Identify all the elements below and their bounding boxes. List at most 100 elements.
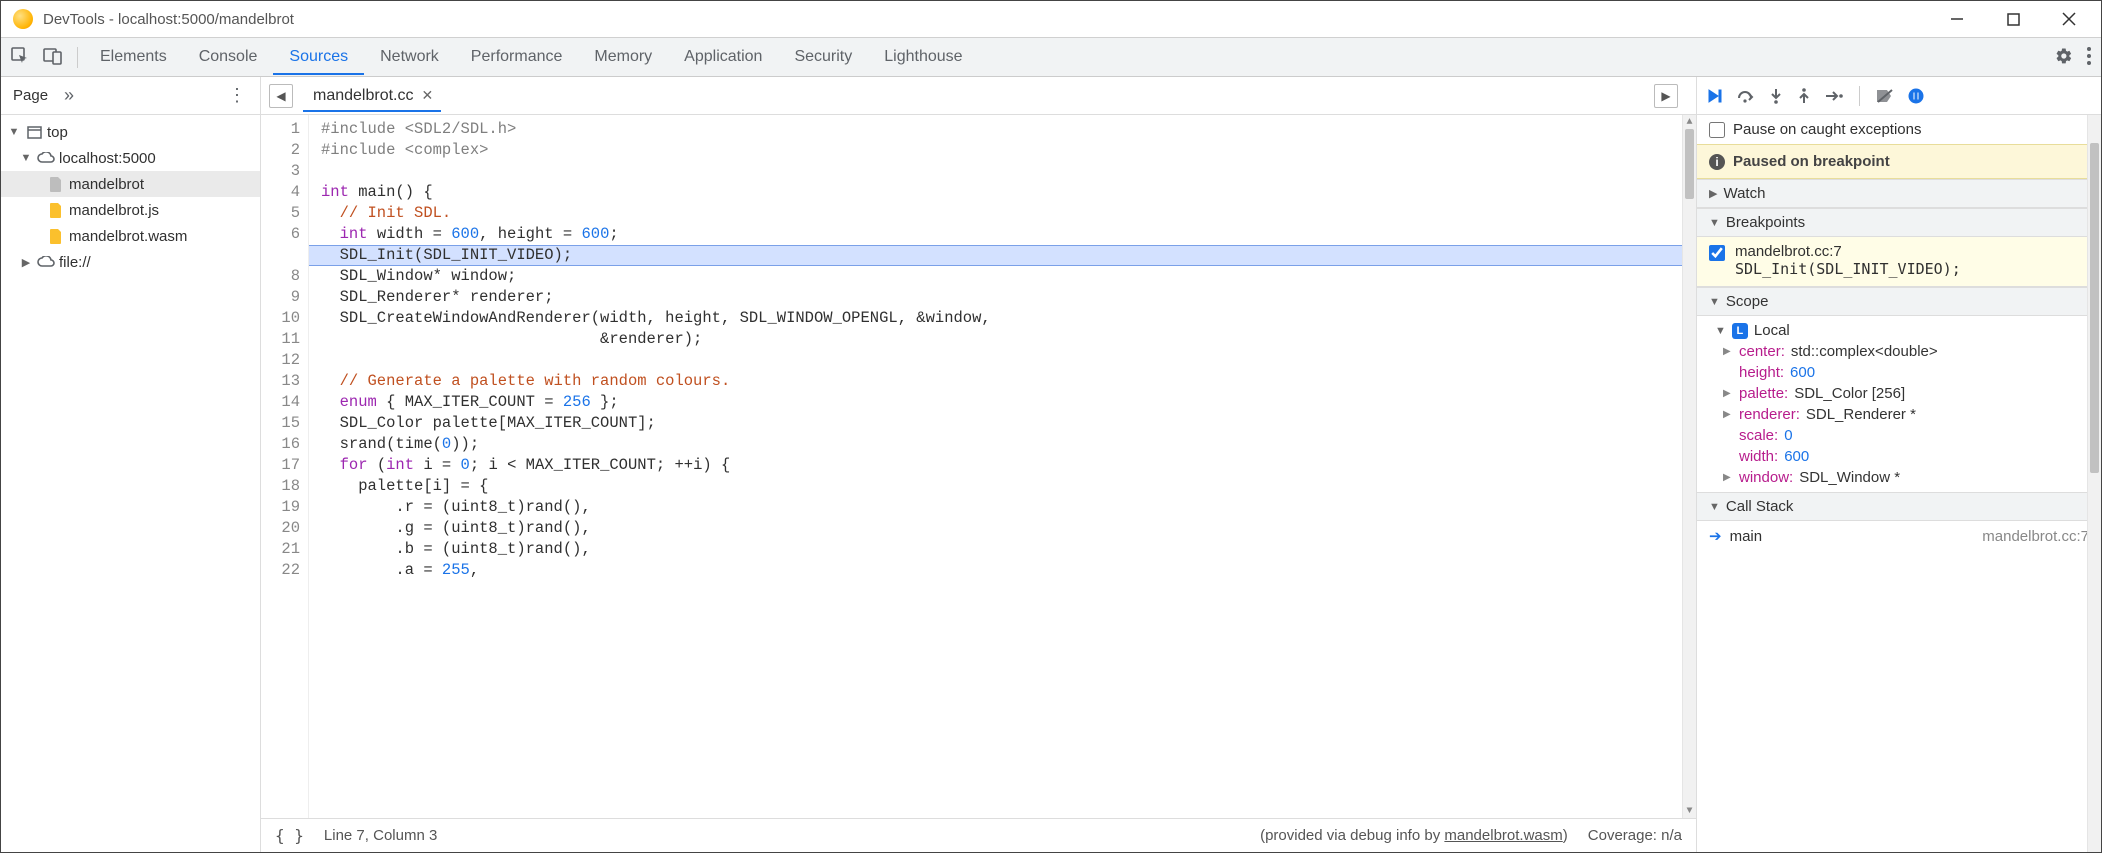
line-num[interactable]: 11 bbox=[261, 329, 300, 350]
step-over-icon[interactable] bbox=[1737, 89, 1755, 103]
line-num[interactable]: 13 bbox=[261, 371, 300, 392]
nav-forward-button[interactable]: ▶ bbox=[1654, 84, 1678, 108]
watch-section-header[interactable]: ▶Watch bbox=[1697, 179, 2101, 208]
kebab-menu-icon[interactable] bbox=[2087, 47, 2091, 68]
maximize-button[interactable] bbox=[1999, 5, 2027, 33]
code-line: SDL_Init(SDL_INIT_VIDEO); bbox=[321, 246, 572, 264]
callstack-frame[interactable]: ➔ main mandelbrot.cc:7 bbox=[1697, 521, 2101, 551]
paused-text: Paused on breakpoint bbox=[1733, 153, 1890, 170]
line-num[interactable]: 20 bbox=[261, 518, 300, 539]
minimize-button[interactable] bbox=[1943, 5, 1971, 33]
scope-var-row[interactable]: ▶window: SDL_Window * bbox=[1707, 467, 2101, 488]
file-tab-mandelbrot[interactable]: mandelbrot.cc ✕ bbox=[303, 81, 441, 111]
line-num[interactable]: 4 bbox=[261, 182, 300, 203]
tree-row-host[interactable]: ▼ localhost:5000 bbox=[1, 145, 260, 171]
line-num[interactable]: 1 bbox=[261, 119, 300, 140]
tree-row-file-mandelbrot[interactable]: mandelbrot bbox=[1, 171, 260, 197]
code-area[interactable]: 7 #include <SDL2/SDL.h> #include <comple… bbox=[309, 115, 1696, 818]
resume-icon[interactable] bbox=[1707, 88, 1723, 104]
tree-row-file-js[interactable]: mandelbrot.js bbox=[1, 197, 260, 223]
scroll-up-icon[interactable]: ▲ bbox=[1683, 115, 1696, 129]
close-button[interactable] bbox=[2055, 5, 2083, 33]
scope-body: ▼LLocal ▶center: std::complex<double>hei… bbox=[1697, 316, 2101, 492]
settings-icon[interactable] bbox=[2055, 47, 2073, 68]
deactivate-breakpoints-icon[interactable] bbox=[1876, 88, 1894, 104]
tab-application[interactable]: Application bbox=[668, 40, 778, 74]
scope-var-row[interactable]: height: 600 bbox=[1707, 362, 2101, 383]
debug-source-link[interactable]: mandelbrot.wasm bbox=[1444, 827, 1562, 844]
page-panel-label[interactable]: Page bbox=[13, 87, 48, 104]
expand-icon[interactable]: ▶ bbox=[1723, 346, 1733, 357]
line-num[interactable]: 18 bbox=[261, 476, 300, 497]
line-num[interactable]: 15 bbox=[261, 413, 300, 434]
page-panel-menu-icon[interactable]: ⋮ bbox=[228, 85, 246, 106]
line-num[interactable]: 6 bbox=[261, 224, 300, 245]
scope-var-row[interactable]: ▶center: std::complex<double> bbox=[1707, 341, 2101, 362]
line-num[interactable]: 8 bbox=[261, 266, 300, 287]
scope-section-header[interactable]: ▼Scope bbox=[1697, 287, 2101, 316]
expand-icon[interactable]: ▶ bbox=[1723, 472, 1733, 483]
inspect-icon[interactable] bbox=[11, 47, 29, 68]
tree-file-scheme-label: file:// bbox=[59, 254, 91, 271]
nav-back-button[interactable]: ◀ bbox=[269, 84, 293, 108]
line-num[interactable]: 21 bbox=[261, 539, 300, 560]
breakpoints-section-header[interactable]: ▼Breakpoints bbox=[1697, 208, 2101, 237]
tab-console[interactable]: Console bbox=[183, 40, 274, 74]
line-gutter[interactable]: 1 2 3 4 5 6 7 8 9 10 11 12 13 14 15 16 1… bbox=[261, 115, 309, 818]
step-into-icon[interactable] bbox=[1769, 88, 1783, 104]
line-num[interactable]: 14 bbox=[261, 392, 300, 413]
tab-security[interactable]: Security bbox=[778, 40, 868, 74]
breakpoint-entry[interactable]: mandelbrot.cc:7 SDL_Init(SDL_INIT_VIDEO)… bbox=[1697, 237, 2101, 287]
expand-icon[interactable]: ▶ bbox=[1723, 388, 1733, 399]
js-file-icon bbox=[47, 201, 65, 219]
scope-var-row[interactable]: scale: 0 bbox=[1707, 425, 2101, 446]
tree-row-file-scheme[interactable]: ▶ file:// bbox=[1, 249, 260, 275]
line-num[interactable]: 5 bbox=[261, 203, 300, 224]
tree-row-file-wasm[interactable]: mandelbrot.wasm bbox=[1, 223, 260, 249]
device-toolbar-icon[interactable] bbox=[43, 47, 63, 68]
tab-sources[interactable]: Sources bbox=[273, 40, 364, 74]
close-tab-icon[interactable]: ✕ bbox=[422, 87, 434, 104]
line-num[interactable]: 3 bbox=[261, 161, 300, 182]
tab-performance[interactable]: Performance bbox=[455, 40, 579, 74]
scope-var-row[interactable]: ▶palette: SDL_Color [256] bbox=[1707, 383, 2101, 404]
line-num[interactable]: 10 bbox=[261, 308, 300, 329]
line-num[interactable]: 12 bbox=[261, 350, 300, 371]
t: )); bbox=[451, 435, 479, 453]
scope-var-row[interactable]: width: 600 bbox=[1707, 446, 2101, 467]
scroll-thumb[interactable] bbox=[2090, 143, 2099, 473]
debugger-toolbar bbox=[1697, 77, 2101, 115]
pretty-print-icon[interactable]: { } bbox=[275, 826, 304, 845]
step-icon[interactable] bbox=[1825, 90, 1843, 102]
t: for bbox=[321, 456, 368, 474]
debugger-scrollbar[interactable] bbox=[2087, 115, 2101, 852]
breakpoint-checkbox[interactable] bbox=[1709, 245, 1725, 261]
tab-elements[interactable]: Elements bbox=[84, 40, 183, 74]
scroll-down-icon[interactable]: ▼ bbox=[1683, 804, 1696, 818]
pause-exceptions-icon[interactable] bbox=[1908, 88, 1924, 104]
scope-local-header[interactable]: ▼LLocal bbox=[1707, 318, 2101, 341]
editor-scrollbar[interactable]: ▲ ▼ bbox=[1682, 115, 1696, 818]
expand-icon[interactable]: ▶ bbox=[1723, 409, 1733, 420]
more-tabs-icon[interactable]: » bbox=[64, 85, 74, 106]
t: , height = bbox=[479, 225, 581, 243]
pause-caught-checkbox[interactable] bbox=[1709, 122, 1725, 138]
scope-var-row[interactable]: ▶renderer: SDL_Renderer * bbox=[1707, 404, 2101, 425]
line-num[interactable]: 16 bbox=[261, 434, 300, 455]
tree-row-top[interactable]: ▼ top bbox=[1, 119, 260, 145]
line-num[interactable]: 19 bbox=[261, 497, 300, 518]
page-panel: Page » ⋮ ▼ top ▼ localhost:5000 mandelbr… bbox=[1, 77, 261, 852]
callstack-section-header[interactable]: ▼Call Stack bbox=[1697, 492, 2101, 521]
pause-on-caught-row[interactable]: Pause on caught exceptions bbox=[1697, 115, 2101, 144]
tab-network[interactable]: Network bbox=[364, 40, 455, 74]
step-out-icon[interactable] bbox=[1797, 88, 1811, 104]
line-num[interactable]: 22 bbox=[261, 560, 300, 581]
t: 0 bbox=[461, 456, 470, 474]
line-num[interactable]: 2 bbox=[261, 140, 300, 161]
line-num[interactable]: 9 bbox=[261, 287, 300, 308]
tab-lighthouse[interactable]: Lighthouse bbox=[868, 40, 978, 74]
tab-memory[interactable]: Memory bbox=[578, 40, 668, 74]
scroll-thumb[interactable] bbox=[1685, 129, 1694, 199]
editor-body[interactable]: 1 2 3 4 5 6 7 8 9 10 11 12 13 14 15 16 1… bbox=[261, 115, 1696, 818]
line-num[interactable]: 17 bbox=[261, 455, 300, 476]
